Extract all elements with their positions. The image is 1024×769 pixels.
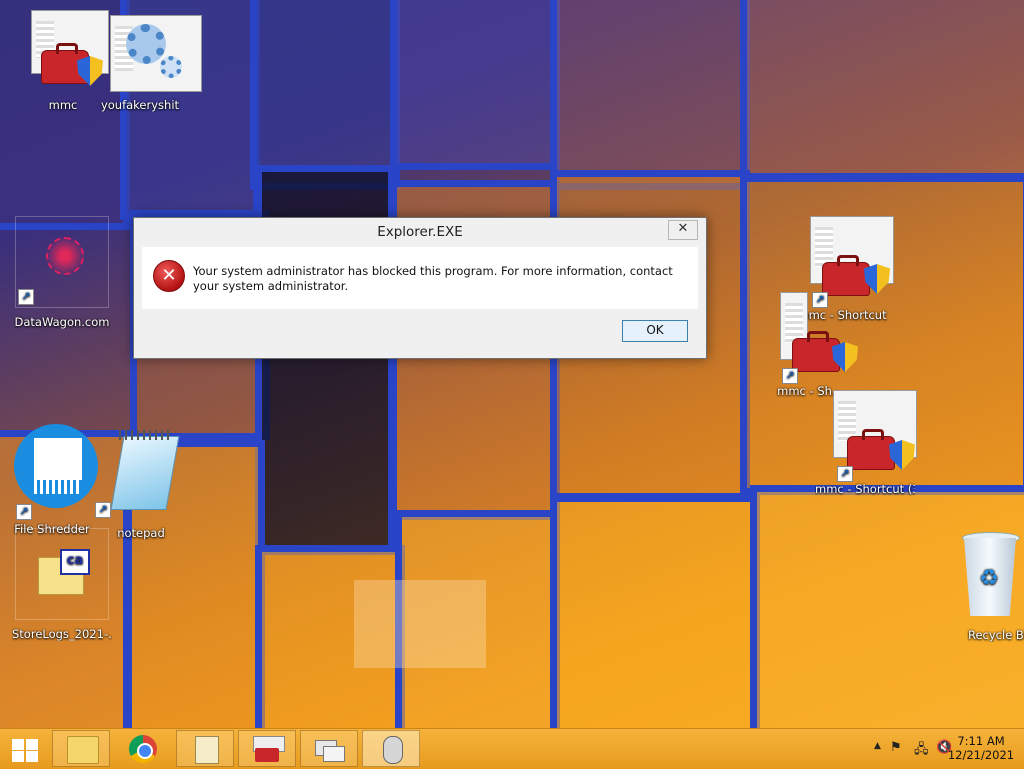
desktop-icon-label: youfakeryshit: [100, 98, 180, 112]
taskbar-mmc[interactable]: [238, 730, 296, 767]
close-button[interactable]: ✕: [668, 220, 698, 240]
taskbar-notepad[interactable]: [176, 730, 234, 767]
mmc-icon: [31, 10, 109, 86]
shortcut-arrow-icon: ↗: [837, 466, 853, 482]
taskbar: ▲ ⚑ 🖧 🔇 7:11 AM 12/21/2021: [0, 728, 1024, 769]
clock-date: 12/21/2021: [947, 748, 1015, 762]
notepad-icon: ↗: [93, 428, 180, 518]
error-icon: ✕: [153, 260, 185, 292]
notepad-icon: [195, 736, 219, 764]
mmc-icon: ↗: [778, 292, 858, 384]
mmc-icon: ↗: [833, 390, 917, 482]
dialog-body: ✕ Your system administrator has blocked …: [142, 247, 698, 309]
toolbox-icon: [253, 736, 285, 762]
folder-icon: [67, 736, 99, 764]
action-center-flag-icon[interactable]: ⚑: [890, 740, 902, 755]
desktop-icon-storelogs[interactable]: ca StoreLogs_2021-...: [12, 528, 112, 641]
system-tray: ▲ ⚑ 🖧 🔇 7:11 AM 12/21/2021: [844, 729, 1024, 769]
file-shredder-icon: ↗: [12, 422, 98, 520]
chrome-icon: [129, 735, 157, 763]
shortcut-arrow-icon: ↗: [95, 502, 111, 518]
error-dialog: Explorer.EXE ✕ ✕ Your system administrat…: [133, 217, 707, 359]
taskbar-mouse[interactable]: [362, 730, 420, 767]
gear-icon: [108, 10, 202, 92]
desktop-icon-label: DataWagon.com: [14, 315, 110, 329]
desktop-icon-label: mmc - Shortcut (3): [815, 482, 915, 496]
desktop-icon-label: Recycle Bin: [968, 628, 1024, 642]
shortcut-arrow-icon: ↗: [16, 504, 32, 520]
dialog-message: Your system administrator has blocked th…: [193, 264, 673, 293]
close-icon: ✕: [677, 221, 689, 236]
start-button[interactable]: [8, 737, 40, 763]
shortcut-arrow-icon: ↗: [18, 289, 34, 305]
dialog-title: Explorer.EXE: [377, 224, 463, 240]
datawagon-icon: ↗: [18, 231, 94, 305]
show-hidden-icons-icon[interactable]: ▲: [874, 741, 881, 751]
windows-icon: [12, 739, 24, 750]
desktop-icon-recycle-bin[interactable]: ♻ Recycle Bin: [954, 526, 1024, 642]
desktop-icon-mmc-shortcut-2[interactable]: ↗ mmc - Sh...: [770, 292, 858, 398]
windows-stack-icon: [315, 736, 345, 762]
mouse-icon: [383, 736, 403, 764]
shortcut-arrow-icon: ↗: [782, 368, 798, 384]
clock-time: 7:11 AM: [957, 734, 1005, 748]
desktop-icon-youfakeryshit[interactable]: youfakeryshit: [92, 10, 202, 112]
archive-icon: ca: [30, 547, 94, 611]
desktop-icon-notepad[interactable]: ↗ notepad: [93, 428, 189, 540]
desktop-icon-mmc-shortcut-3[interactable]: ↗ mmc - Shortcut (3): [815, 390, 917, 496]
taskbar-task-view[interactable]: [300, 730, 358, 767]
ghost-window: [354, 580, 486, 668]
desktop-icon-datawagon[interactable]: ↗ DataWagon.com: [15, 216, 109, 329]
desktop-icon-label: StoreLogs_2021-...: [12, 627, 112, 641]
network-icon[interactable]: 🖧: [914, 740, 929, 762]
mmc-icon: ↗: [810, 216, 894, 308]
recycle-bin-icon: ♻: [954, 526, 1020, 620]
ok-button[interactable]: OK: [622, 320, 688, 342]
clock[interactable]: 7:11 AM 12/21/2021: [946, 734, 1016, 762]
taskbar-file-explorer[interactable]: [52, 730, 110, 767]
taskbar-chrome[interactable]: [114, 730, 172, 767]
